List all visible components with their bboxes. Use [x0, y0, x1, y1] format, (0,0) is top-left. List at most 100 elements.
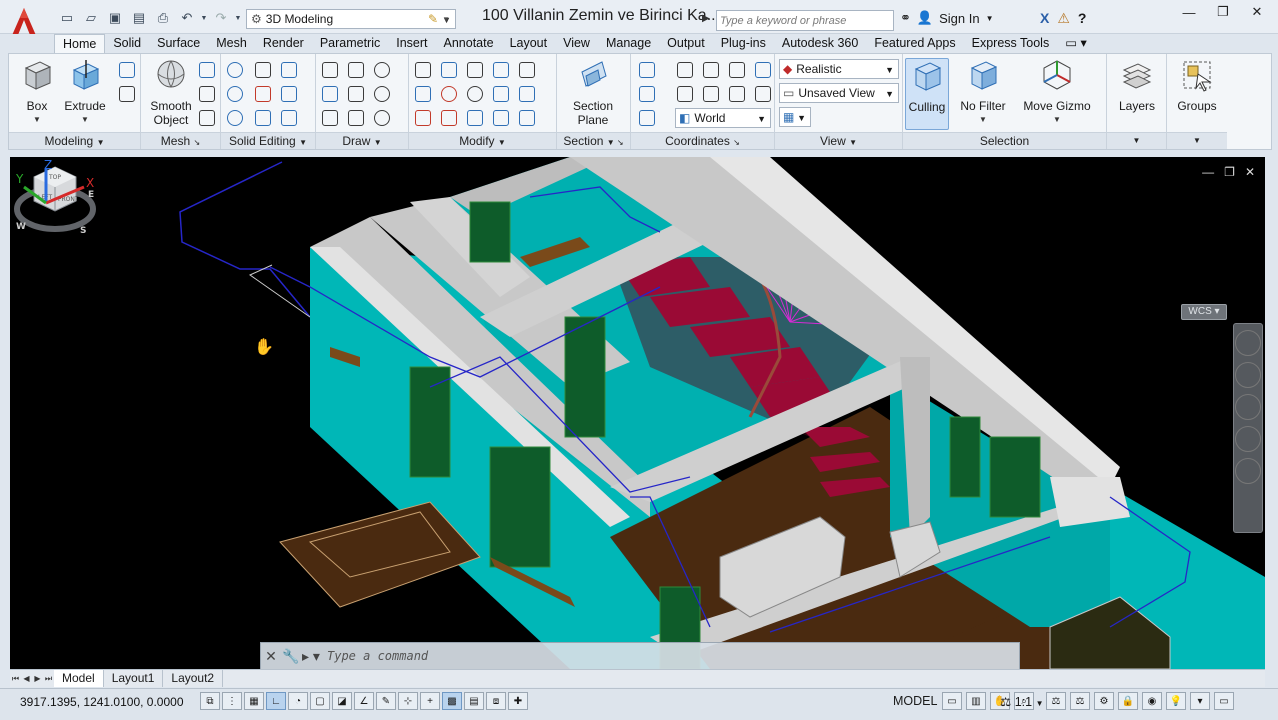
- annotation-visibility-icon[interactable]: ⚖: [1046, 692, 1066, 710]
- visual-style-select[interactable]: ◆ Realistic ▼: [779, 59, 899, 79]
- drawing-viewport[interactable]: — ❐ ✕ TOP FRONT LEFT E W S WCS ▾ Z X Y ✋…: [10, 157, 1265, 669]
- tab-manage[interactable]: Manage: [598, 34, 659, 53]
- ucs-icon[interactable]: [637, 60, 657, 80]
- command-history-icon[interactable]: ▸ ▾: [301, 648, 321, 665]
- ribbon-toggle-icon[interactable]: ▭ ▾: [1057, 34, 1095, 53]
- ucs-y-icon[interactable]: [753, 84, 773, 104]
- slice-icon[interactable]: [253, 84, 273, 104]
- ucs-origin-icon[interactable]: [701, 60, 721, 80]
- presspull-icon[interactable]: [117, 84, 137, 104]
- next-tab-icon[interactable]: ▶: [32, 674, 43, 683]
- tab-home[interactable]: Home: [54, 34, 106, 53]
- restore-icon[interactable]: ❐: [1206, 2, 1240, 22]
- panel-title-mesh[interactable]: Mesh ↘: [141, 132, 220, 149]
- command-input[interactable]: Type a command: [327, 649, 428, 663]
- first-tab-icon[interactable]: ⏮: [10, 674, 21, 684]
- viewport-minimize-icon[interactable]: —: [1202, 165, 1214, 179]
- ucs-zaxis-icon[interactable]: [701, 84, 721, 104]
- no-filter-button[interactable]: No Filter ▼: [955, 58, 1011, 127]
- thicken-icon[interactable]: [253, 108, 273, 128]
- line-icon[interactable]: [320, 60, 340, 80]
- 3d-object-snap-toggle[interactable]: ◪: [332, 692, 352, 710]
- orbit-icon[interactable]: [1235, 426, 1261, 452]
- infer-constraints-toggle[interactable]: ⧉: [200, 692, 220, 710]
- move-icon[interactable]: [465, 60, 485, 80]
- showmotion-icon[interactable]: [1235, 458, 1261, 484]
- helix-icon[interactable]: [346, 60, 366, 80]
- arc-icon[interactable]: [372, 60, 392, 80]
- interfere-icon[interactable]: [253, 60, 273, 80]
- tab-mesh[interactable]: Mesh: [208, 34, 255, 53]
- last-tab-icon[interactable]: ⏭: [43, 674, 54, 684]
- binoculars-icon[interactable]: ⚭: [900, 10, 911, 26]
- dynamic-input-toggle[interactable]: ⊹: [398, 692, 418, 710]
- object-snap-toggle[interactable]: ▢: [310, 692, 330, 710]
- array-icon[interactable]: [517, 108, 537, 128]
- sign-in-button[interactable]: ⚭ 👤 Sign In ▼: [900, 10, 994, 26]
- chamfer-icon[interactable]: [517, 84, 537, 104]
- mesh-box-icon[interactable]: [197, 60, 217, 80]
- ucs-x-icon[interactable]: [727, 84, 747, 104]
- prev-tab-icon[interactable]: ◀: [21, 674, 32, 683]
- ucs-previous-icon[interactable]: [637, 84, 657, 104]
- ucs-world-select[interactable]: ◧ World ▼: [675, 108, 771, 128]
- new-file-icon[interactable]: ▭: [56, 8, 78, 28]
- lineweight-toggle[interactable]: +: [420, 692, 440, 710]
- union-icon[interactable]: [225, 60, 245, 80]
- polyline-icon[interactable]: [346, 84, 366, 104]
- connect-icon[interactable]: ⚠: [1057, 10, 1070, 27]
- panel-title-coordinates[interactable]: Coordinates ↘: [631, 132, 774, 149]
- zoom-icon[interactable]: [1235, 394, 1261, 420]
- quick-view-drawings-icon[interactable]: ▥: [966, 692, 986, 710]
- panel-title-view[interactable]: View ▼: [775, 132, 902, 149]
- mesh-refine-icon[interactable]: [197, 108, 217, 128]
- move-3d-icon[interactable]: [439, 60, 459, 80]
- ucs-view-icon[interactable]: [675, 84, 695, 104]
- copy-icon[interactable]: [491, 108, 511, 128]
- quick-view-layouts-icon[interactable]: ▭: [942, 692, 962, 710]
- tab-annotate[interactable]: Annotate: [436, 34, 502, 53]
- tab-solid[interactable]: Solid: [105, 34, 149, 53]
- help-button[interactable]: ?: [1078, 10, 1087, 27]
- grid-display-toggle[interactable]: ▦: [244, 692, 264, 710]
- panel-title-selection[interactable]: Selection: [903, 132, 1106, 149]
- snap-mode-toggle[interactable]: ⋮: [222, 692, 242, 710]
- culling-button[interactable]: Culling: [905, 58, 949, 130]
- named-view-select[interactable]: ▭ Unsaved View ▼: [779, 83, 899, 103]
- rotate-icon[interactable]: [465, 84, 485, 104]
- search-expand-icon[interactable]: ▶: [702, 13, 710, 24]
- tab-parametric[interactable]: Parametric: [312, 34, 388, 53]
- object-snap-tracking-toggle[interactable]: ∠: [354, 692, 374, 710]
- save-icon[interactable]: ▣: [104, 8, 126, 28]
- ucs-face-icon[interactable]: [637, 108, 657, 128]
- compass-west[interactable]: W: [16, 222, 26, 232]
- minimize-icon[interactable]: —: [1172, 2, 1206, 22]
- hardware-acceleration-icon[interactable]: ◉: [1142, 692, 1162, 710]
- tab-featured-apps[interactable]: Featured Apps: [866, 34, 963, 53]
- tab-layout[interactable]: Layout: [502, 34, 556, 53]
- extrude-faces-icon[interactable]: [279, 84, 299, 104]
- pan-icon[interactable]: [1235, 362, 1261, 388]
- viewport-restore-icon[interactable]: ❐: [1224, 165, 1235, 179]
- panel-title-solid-editing[interactable]: Solid Editing ▼: [221, 132, 315, 149]
- autoscale-icon[interactable]: ⚖: [1070, 692, 1090, 710]
- ucs-object-icon[interactable]: [675, 60, 695, 80]
- erase-icon[interactable]: [413, 108, 433, 128]
- transparency-toggle[interactable]: ▩: [442, 692, 462, 710]
- compass-south[interactable]: S: [80, 226, 86, 236]
- lock-ui-icon[interactable]: 🔒: [1118, 692, 1138, 710]
- tab-surface[interactable]: Surface: [149, 34, 208, 53]
- ellipse-icon[interactable]: [372, 108, 392, 128]
- panel-title-groups[interactable]: ▼: [1167, 132, 1227, 149]
- groups-button[interactable]: Groups: [1169, 58, 1225, 113]
- panel-title-modify[interactable]: Modify ▼: [409, 132, 556, 149]
- panel-title-modeling[interactable]: Modeling ▼: [9, 132, 140, 149]
- section-plane-button[interactable]: Section Plane: [565, 58, 621, 127]
- brush-icon[interactable]: ✎: [428, 12, 438, 26]
- quick-properties-toggle[interactable]: ▤: [464, 692, 484, 710]
- polysolid-icon[interactable]: [117, 60, 137, 80]
- tab-view[interactable]: View: [555, 34, 598, 53]
- circle-icon[interactable]: [372, 84, 392, 104]
- ortho-mode-toggle[interactable]: ∟: [266, 692, 286, 710]
- tab-insert[interactable]: Insert: [388, 34, 435, 53]
